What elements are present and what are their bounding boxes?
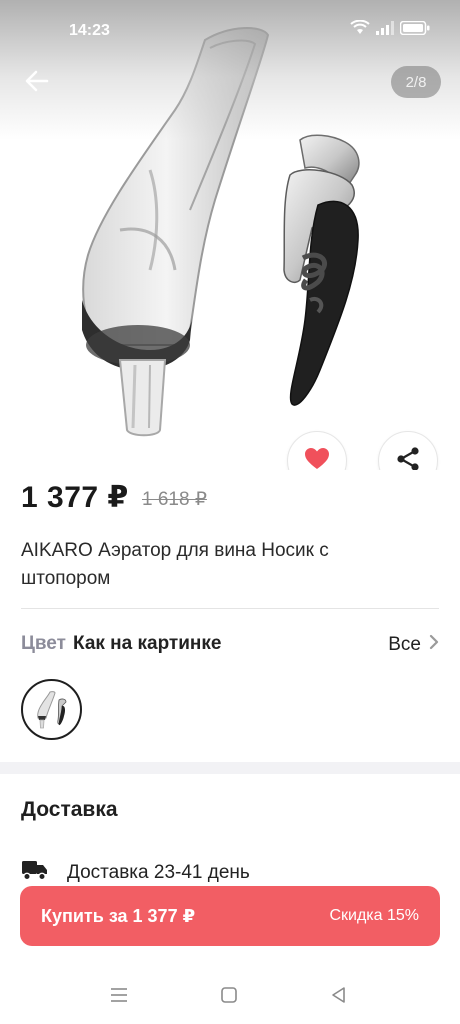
- color-label: Цвет: [21, 633, 66, 654]
- truck-icon: [21, 858, 49, 887]
- discount-label: Скидка 15%: [329, 907, 419, 924]
- menu-button[interactable]: [105, 984, 133, 1010]
- buy-label: Купить за 1 377 ₽: [41, 905, 196, 926]
- buy-button[interactable]: Купить за 1 377 ₽ Скидка 15%: [20, 886, 440, 946]
- current-price: 1 377 ₽: [21, 481, 129, 514]
- battery-icon: [399, 20, 430, 40]
- color-variant-thumbnail[interactable]: [21, 679, 82, 740]
- wifi-icon: [350, 19, 370, 41]
- system-back-button[interactable]: [325, 984, 353, 1010]
- back-triangle-icon: [330, 986, 348, 1009]
- old-price: 1 618 ₽: [142, 489, 207, 510]
- divider: [21, 608, 439, 609]
- chevron-right-icon: [429, 634, 439, 656]
- arrow-left-icon: [25, 70, 49, 97]
- menu-icon: [110, 987, 128, 1008]
- section-separator: [0, 762, 460, 774]
- delivery-heading: Доставка: [21, 798, 118, 821]
- status-time: 14:23: [69, 22, 110, 39]
- product-title: AIKARO Аэратор для вина Носик с штопором: [21, 540, 329, 589]
- delivery-info-text: Доставка 23-41 день: [67, 861, 250, 883]
- delivery-info: Доставка 23-41 день: [21, 858, 250, 887]
- home-button[interactable]: [215, 984, 243, 1010]
- color-selector-row: Цвет Как на картинке Все: [21, 631, 439, 659]
- product-gallery[interactable]: 14:23 2/8: [0, 0, 460, 470]
- variant-image: [36, 690, 66, 728]
- system-nav-bar: [0, 970, 460, 1024]
- back-button[interactable]: [18, 64, 56, 102]
- status-icons: [350, 19, 430, 41]
- share-icon: [395, 446, 421, 470]
- home-icon: [220, 986, 238, 1009]
- all-colors-link[interactable]: Все: [388, 631, 439, 659]
- status-bar: 14:23: [0, 0, 460, 60]
- signal-icon: [376, 21, 394, 40]
- all-colors-label: Все: [388, 634, 421, 655]
- heart-icon: [304, 447, 330, 471]
- gallery-counter: 2/8: [391, 66, 441, 98]
- color-value: Как на картинке: [73, 633, 222, 654]
